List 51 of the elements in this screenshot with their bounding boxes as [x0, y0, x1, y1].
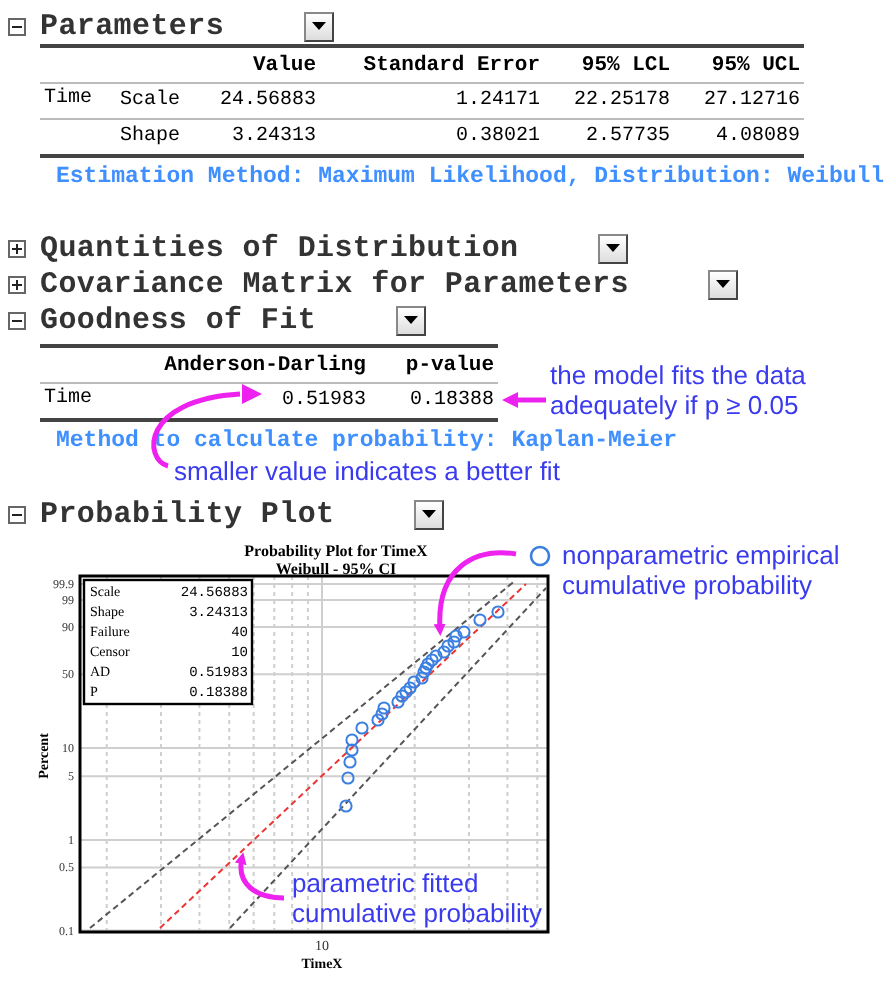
table-cell-text: 27.12716 — [701, 90, 800, 112]
row-group-label: Time — [42, 385, 95, 410]
caret-icon — [606, 244, 621, 252]
caret-icon — [422, 510, 437, 518]
column-header: 95% LCL — [579, 53, 670, 77]
table-cell-text: 24.56883 — [217, 90, 316, 112]
column-header: Value — [250, 53, 316, 77]
caret-icon — [716, 280, 731, 288]
table-cell-text: 0.18388 — [407, 390, 494, 412]
table-cell-text: 0.51983 — [279, 390, 366, 412]
row-label: Scale — [120, 90, 183, 112]
section-title: Goodness of Fit — [40, 303, 317, 337]
collapse-toggle[interactable] — [8, 311, 26, 329]
annotation-text: parametric fitted cumulative probability — [292, 868, 545, 928]
chart-title: Probability Plot for TimeX — [244, 542, 428, 560]
table-cell-text: 4.08089 — [713, 126, 800, 148]
row-group-label: Time — [42, 85, 95, 110]
dropdown-button[interactable] — [708, 269, 739, 299]
table-cell-text: 2.57735 — [583, 126, 670, 148]
caret-icon — [404, 316, 419, 324]
callout-arrow — [498, 390, 550, 410]
collapse-toggle[interactable] — [8, 17, 26, 35]
method-note: Estimation Method: Maximum Likelihood, Distribution: Weibull — [56, 164, 887, 190]
section-title: Quantities of Distribution — [40, 231, 519, 265]
collapse-toggle[interactable] — [8, 505, 26, 523]
annotation-text: nonparametric empirical cumulative probability — [562, 540, 842, 600]
callout-arrow — [235, 852, 285, 901]
chart-subtitle: Weibull - 95% CI — [275, 560, 397, 578]
table-cell-text: 3.24313 — [229, 126, 316, 148]
column-header: 95% UCL — [709, 53, 800, 77]
column-header: Standard Error — [361, 53, 540, 77]
section-title: Covariance Matrix for Parameters — [40, 267, 629, 301]
annotation-text: the model fits the data adequately if p ≥ 0.05 — [550, 360, 808, 420]
dropdown-button[interactable] — [304, 11, 335, 41]
column-header: p-value — [403, 353, 494, 377]
section-title: Parameters — [40, 9, 225, 43]
section-title: Probability Plot — [40, 497, 335, 531]
row-label: Shape — [120, 126, 183, 148]
caret-icon — [312, 22, 327, 30]
dropdown-button[interactable] — [414, 499, 445, 529]
annotation-text: smaller value indicates a better fit — [174, 456, 562, 486]
column-header: Anderson-Darling — [162, 353, 366, 377]
circle-marker-icon — [529, 545, 551, 567]
expand-toggle[interactable] — [8, 239, 26, 257]
table-cell-text: 1.24171 — [453, 90, 540, 112]
callout-arrow — [433, 550, 517, 636]
table-cell-text: 0.38021 — [453, 126, 540, 148]
dropdown-button[interactable] — [598, 233, 629, 263]
expand-toggle[interactable] — [8, 275, 26, 293]
dropdown-button[interactable] — [396, 305, 427, 335]
table-cell-text: 22.25178 — [571, 90, 670, 112]
